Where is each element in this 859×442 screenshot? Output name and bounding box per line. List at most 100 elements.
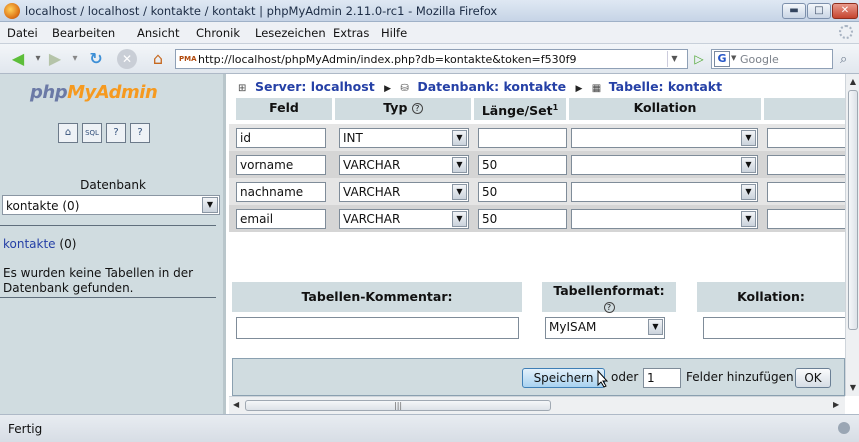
field-attribute-select[interactable] xyxy=(767,155,845,175)
search-magnifier-icon[interactable]: ⌕ xyxy=(840,52,847,67)
home-icon[interactable]: ⌂ xyxy=(58,123,78,143)
divider xyxy=(0,225,216,226)
help-icon[interactable]: ? xyxy=(603,302,615,313)
search-bar[interactable]: G ▼ Google xyxy=(711,49,833,69)
add-fields-count-input[interactable]: 1 xyxy=(643,368,681,388)
throbber-icon xyxy=(839,25,853,39)
search-engine-dropdown-icon[interactable]: ▼ xyxy=(731,54,736,62)
field-collation-select[interactable]: ▼ xyxy=(571,182,758,202)
chevron-down-icon[interactable]: ▼ xyxy=(452,157,467,173)
menu-datei[interactable]: Datei xyxy=(7,26,38,40)
stop-icon[interactable]: ✕ xyxy=(117,49,137,69)
field-name-input[interactable]: id xyxy=(236,128,326,148)
no-tables-message: Es wurden keine Tabellen in der Datenban… xyxy=(3,266,194,295)
database-select[interactable]: kontakte (0) ▼ xyxy=(2,195,220,215)
vertical-scrollbar[interactable]: ▲ ▼ xyxy=(845,74,859,396)
google-engine-icon[interactable]: G xyxy=(714,51,730,67)
breadcrumb-table[interactable]: Tabelle: kontakt xyxy=(609,79,722,94)
ok-button[interactable]: OK xyxy=(795,368,831,388)
help-icon[interactable]: ? xyxy=(411,103,423,114)
chevron-down-icon[interactable]: ▼ xyxy=(741,130,756,146)
menu-bearbeiten[interactable]: Bearbeiten xyxy=(52,26,115,40)
close-button[interactable]: ✕ xyxy=(832,3,858,19)
field-length-input[interactable] xyxy=(478,128,567,148)
scrollbar-thumb[interactable] xyxy=(848,90,858,330)
menu-extras[interactable]: Extras xyxy=(333,26,369,40)
chevron-down-icon[interactable]: ▼ xyxy=(741,184,756,200)
field-attribute-select[interactable] xyxy=(767,209,845,229)
navigation-toolbar: ◀ ▾ ▶ ▾ ↻ ✕ ⌂ PMA http://localhost/phpMy… xyxy=(0,44,859,74)
url-text[interactable]: http://localhost/phpMyAdmin/index.php?db… xyxy=(198,53,577,66)
breadcrumb-server[interactable]: Server: localhost xyxy=(255,79,375,94)
chevron-down-icon[interactable]: ▼ xyxy=(202,197,218,213)
field-type-select[interactable]: VARCHAR ▼ xyxy=(339,155,469,175)
field-name-input[interactable]: vorname xyxy=(236,155,326,175)
field-type-select[interactable]: INT ▼ xyxy=(339,128,469,148)
firefox-icon xyxy=(4,3,20,19)
scroll-right-icon[interactable]: ▶ xyxy=(833,400,839,409)
back-arrow-icon[interactable]: ◀ xyxy=(8,50,28,68)
field-length-input[interactable]: 50 xyxy=(478,155,567,175)
maximize-button[interactable]: □ xyxy=(807,3,831,19)
documentation-icon[interactable]: ? xyxy=(106,123,126,143)
field-collation-select[interactable]: ▼ xyxy=(571,155,758,175)
pma-favicon-icon: PMA xyxy=(179,55,197,63)
chevron-down-icon[interactable]: ▼ xyxy=(452,130,467,146)
field-type-select[interactable]: VARCHAR ▼ xyxy=(339,209,469,229)
breadcrumb: ⊞ Server: localhost ▶ ⛁ Datenbank: kontakt… xyxy=(238,79,722,95)
horizontal-scrollbar[interactable]: ◀ ||| ▶ xyxy=(229,396,845,414)
table-collation-select[interactable] xyxy=(703,317,845,339)
table-format-select[interactable]: MyISAM ▼ xyxy=(545,317,665,339)
field-collation-select[interactable]: ▼ xyxy=(571,128,758,148)
scrollbar-thumb[interactable]: ||| xyxy=(245,400,551,411)
field-collation-select[interactable]: ▼ xyxy=(571,209,758,229)
security-status-icon xyxy=(838,422,850,434)
menu-hilfe[interactable]: Hilfe xyxy=(381,26,407,40)
column-header-attribute xyxy=(764,98,845,120)
save-button[interactable]: Speichern xyxy=(522,368,605,388)
forward-history-dropdown-icon[interactable]: ▾ xyxy=(70,50,80,68)
window-titlebar: localhost / localhost / kontakte / konta… xyxy=(0,0,859,22)
menu-chronik[interactable]: Chronik xyxy=(196,26,240,40)
field-type-select[interactable]: VARCHAR ▼ xyxy=(339,182,469,202)
field-row: email VARCHAR ▼ 50 ▼ xyxy=(229,205,845,232)
breadcrumb-database[interactable]: Datenbank: kontakte xyxy=(417,79,566,94)
scroll-up-icon[interactable]: ▲ xyxy=(848,76,858,88)
url-history-dropdown-icon[interactable]: ▼ xyxy=(667,51,681,67)
window-title: localhost / localhost / kontakte / konta… xyxy=(25,4,498,18)
chevron-down-icon[interactable]: ▼ xyxy=(741,157,756,173)
oder-label: oder xyxy=(611,370,639,384)
field-name-input[interactable]: email xyxy=(236,209,326,229)
field-name-input[interactable]: nachname xyxy=(236,182,326,202)
field-length-input[interactable]: 50 xyxy=(478,209,567,229)
column-header-feld: Feld xyxy=(236,98,332,120)
sql-query-icon[interactable]: SQL xyxy=(82,123,102,143)
chevron-down-icon[interactable]: ▼ xyxy=(741,211,756,227)
field-attribute-select[interactable] xyxy=(767,128,845,148)
chevron-down-icon[interactable]: ▼ xyxy=(452,184,467,200)
forward-arrow-icon[interactable]: ▶ xyxy=(45,50,65,68)
menu-ansicht[interactable]: Ansicht xyxy=(137,26,179,40)
server-icon: ⊞ xyxy=(238,83,247,94)
field-length-input[interactable]: 50 xyxy=(478,182,567,202)
sql-docs-icon[interactable]: ? xyxy=(130,123,150,143)
back-history-dropdown-icon[interactable]: ▾ xyxy=(33,50,43,68)
chevron-down-icon[interactable]: ▼ xyxy=(452,211,467,227)
database-link[interactable]: kontakte (0) xyxy=(3,237,76,251)
minimize-button[interactable]: ▬ xyxy=(782,3,806,19)
table-comment-input[interactable] xyxy=(236,317,519,339)
menu-lesezeichen[interactable]: Lesezeichen xyxy=(255,26,326,40)
go-arrow-icon[interactable]: ▷ xyxy=(692,52,706,66)
home-icon[interactable]: ⌂ xyxy=(148,50,168,68)
status-bar: Fertig xyxy=(0,414,859,442)
phpmyadmin-logo[interactable]: phpMyAdmin xyxy=(30,82,158,103)
search-placeholder[interactable]: Google xyxy=(740,53,779,66)
chevron-down-icon[interactable]: ▼ xyxy=(648,319,663,335)
url-bar[interactable]: PMA http://localhost/phpMyAdmin/index.ph… xyxy=(175,49,688,69)
reload-icon[interactable]: ↻ xyxy=(86,50,106,68)
scroll-left-icon[interactable]: ◀ xyxy=(233,400,239,409)
table-icon: ▦ xyxy=(591,83,602,94)
breadcrumb-arrow-icon: ▶ xyxy=(575,84,583,94)
scroll-down-icon[interactable]: ▼ xyxy=(848,382,858,394)
field-attribute-select[interactable] xyxy=(767,182,845,202)
